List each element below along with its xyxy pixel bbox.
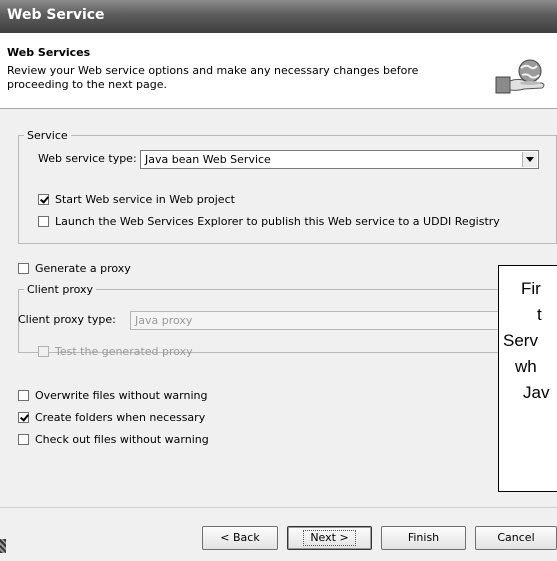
generate-proxy-label: Generate a proxy [35, 262, 131, 275]
cancel-button[interactable]: Cancel [475, 526, 557, 550]
annotation-callout: Fir t Serv wh Jav [498, 265, 557, 492]
test-proxy-label: Test the generated proxy [55, 345, 193, 358]
client-proxy-group-legend: Client proxy [27, 283, 94, 296]
overwrite-files-label: Overwrite files without warning [35, 389, 208, 402]
callout-line: Jav [523, 383, 550, 402]
wizard-content: Service Web service type: Java bean Web … [0, 109, 557, 561]
next-button-label: Next > [303, 530, 356, 546]
client-proxy-type-label: Client proxy type: [18, 313, 116, 326]
start-web-service-label: Start Web service in Web project [55, 193, 235, 206]
resize-grip [0, 539, 6, 553]
wizard-header: Web Services Review your Web service opt… [0, 33, 557, 109]
callout-line: t [537, 305, 542, 324]
callout-line: Serv [503, 331, 538, 350]
checkout-files-checkbox[interactable]: Check out files without warning [18, 433, 209, 446]
service-group-legend: Service [27, 129, 68, 142]
page-title: Web Services [7, 46, 91, 59]
client-proxy-type-value: Java proxy [135, 314, 193, 327]
launch-explorer-checkbox[interactable]: Launch the Web Services Explorer to publ… [38, 215, 500, 228]
title-bar: Web Service [0, 0, 557, 33]
callout-line: Fir [521, 279, 541, 298]
callout-line: wh [515, 357, 537, 376]
globe-on-hand-icon [490, 55, 550, 102]
generate-proxy-checkbox[interactable]: Generate a proxy [18, 262, 131, 275]
checkbox-icon[interactable] [38, 194, 49, 205]
overwrite-files-checkbox[interactable]: Overwrite files without warning [18, 389, 208, 402]
create-folders-checkbox[interactable]: Create folders when necessary [18, 411, 205, 424]
start-web-service-checkbox[interactable]: Start Web service in Web project [38, 193, 235, 206]
checkbox-icon[interactable] [38, 346, 49, 357]
checkbox-icon[interactable] [18, 263, 29, 274]
chevron-down-icon[interactable] [522, 152, 537, 167]
client-proxy-type-select[interactable]: Java proxy [130, 311, 539, 330]
page-description: Review your Web service options and make… [7, 64, 419, 91]
window-title: Web Service [7, 7, 105, 23]
back-button[interactable]: < Back [202, 526, 278, 550]
web-service-type-select[interactable]: Java bean Web Service [140, 150, 539, 169]
checkbox-icon[interactable] [18, 412, 29, 423]
checkbox-icon[interactable] [38, 216, 49, 227]
next-button[interactable]: Next > [287, 526, 372, 550]
checkout-files-label: Check out files without warning [35, 433, 209, 446]
button-bar-divider [0, 507, 557, 508]
web-service-type-label: Web service type: [38, 152, 137, 165]
test-proxy-checkbox[interactable]: Test the generated proxy [38, 345, 193, 358]
create-folders-label: Create folders when necessary [35, 411, 206, 424]
checkbox-icon[interactable] [18, 390, 29, 401]
web-service-type-value: Java bean Web Service [145, 153, 271, 166]
finish-button[interactable]: Finish [381, 526, 466, 550]
checkbox-icon[interactable] [18, 434, 29, 445]
launch-explorer-label: Launch the Web Services Explorer to publ… [55, 215, 500, 228]
